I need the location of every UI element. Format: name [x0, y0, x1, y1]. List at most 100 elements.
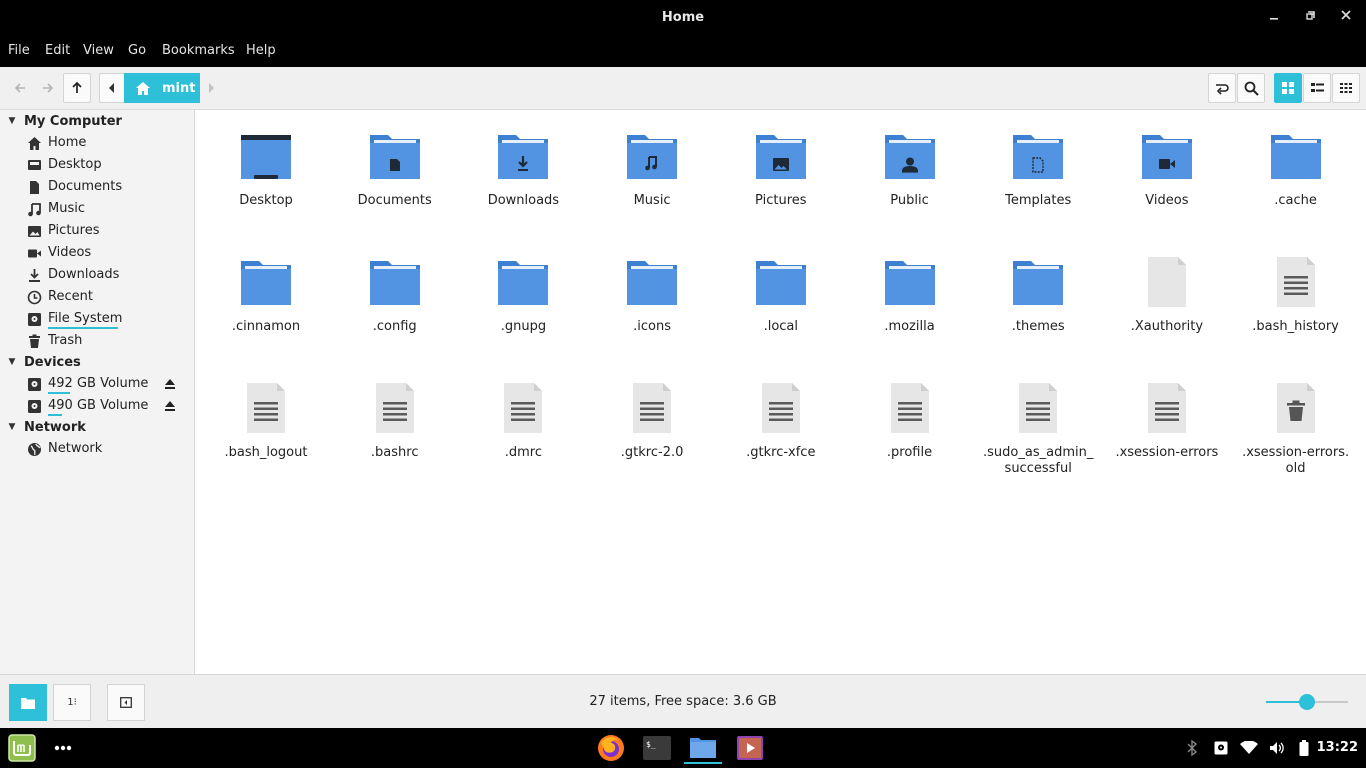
file-item[interactable]: .bash_logout [201, 363, 331, 473]
menu-view[interactable]: View [83, 43, 114, 58]
file-item[interactable]: .gtkrc-xfce [716, 363, 846, 473]
search-button[interactable] [1237, 73, 1265, 103]
file-name: .bash_logout [224, 445, 308, 460]
file-item[interactable]: .dmrc [458, 363, 588, 473]
file-item[interactable]: .sudo_as_admin_ successful [973, 363, 1103, 476]
sidebar-item-music[interactable]: Music [0, 198, 194, 220]
file-item[interactable]: Public [845, 111, 975, 221]
usage-bar [48, 327, 118, 329]
file-item[interactable]: .icons [587, 237, 717, 347]
text-file-icon [885, 383, 935, 433]
zoom-slider-handle[interactable] [1299, 694, 1315, 710]
file-item[interactable]: Templates [973, 111, 1103, 221]
breadcrumb-left-button[interactable] [99, 73, 125, 103]
compact-view-button[interactable] [1332, 73, 1360, 103]
file-item[interactable]: .Xauthority [1102, 237, 1232, 347]
sidebar-item-volume-492[interactable]: 492 GB Volume [0, 373, 194, 395]
file-item[interactable]: .themes [973, 237, 1103, 347]
sidebar-item-desktop[interactable]: Desktop [0, 154, 194, 176]
section-my-computer[interactable]: ▼ My Computer [0, 111, 122, 131]
list-view-button[interactable] [1303, 73, 1331, 103]
breadcrumb-right-button[interactable] [200, 73, 222, 103]
download-icon [29, 269, 40, 282]
sidebar-item-videos[interactable]: Videos [0, 242, 194, 264]
file-item[interactable]: .cache [1231, 111, 1361, 221]
file-item[interactable]: .gtkrc-2.0 [587, 363, 717, 473]
sidebar-item-trash[interactable]: Trash [0, 330, 194, 352]
sidebar-item-home[interactable]: Home [0, 132, 194, 154]
menu-button[interactable] [8, 732, 36, 764]
status-bar: 1⁝ 27 items, Free space: 3.6 GB [0, 674, 1366, 728]
sidebar-item-downloads[interactable]: Downloads [0, 264, 194, 286]
file-item[interactable]: .gnupg [458, 237, 588, 347]
back-button[interactable] [6, 73, 34, 103]
toggle-location-button[interactable] [1208, 73, 1236, 103]
minimize-button[interactable] [1264, 8, 1284, 28]
eject-icon[interactable] [163, 377, 177, 391]
file-item[interactable]: Documents [330, 111, 460, 221]
file-item[interactable]: .local [716, 237, 846, 347]
volume-indicator[interactable] [1267, 732, 1287, 764]
drive-indicator[interactable] [1212, 732, 1230, 764]
file-item[interactable]: Videos [1102, 111, 1232, 221]
file-item[interactable]: Desktop [201, 111, 331, 221]
terminal-launcher[interactable]: $_ [640, 732, 674, 764]
trash-file-icon [1271, 383, 1321, 433]
document-icon [30, 181, 39, 194]
maximize-button[interactable] [1301, 8, 1321, 28]
file-item[interactable]: .profile [845, 363, 975, 473]
menu-go[interactable]: Go [128, 43, 146, 58]
file-item[interactable]: .bashrc [330, 363, 460, 473]
firefox-launcher[interactable] [594, 732, 628, 764]
file-item[interactable]: .xsession-errors [1102, 363, 1232, 473]
file-item[interactable]: Music [587, 111, 717, 221]
file-item[interactable]: .bash_history [1231, 237, 1361, 347]
up-button[interactable] [63, 73, 91, 103]
drive-icon [1214, 741, 1228, 755]
battery-indicator[interactable] [1296, 732, 1312, 764]
usage-bar [48, 392, 70, 394]
breadcrumb-home[interactable]: mint [124, 73, 200, 103]
icon-view-button[interactable] [1274, 73, 1302, 103]
close-button[interactable] [1336, 8, 1356, 28]
file-item[interactable]: Pictures [716, 111, 846, 221]
sidebar-item-documents[interactable]: Documents [0, 176, 194, 198]
zoom-slider[interactable] [1266, 694, 1348, 710]
sidebar-item-volume-490[interactable]: 490 GB Volume [0, 395, 194, 417]
section-devices[interactable]: ▼ Devices [0, 352, 81, 372]
menu-help[interactable]: Help [246, 43, 276, 58]
folder-icon [1013, 131, 1064, 181]
file-name: .gtkrc-xfce [746, 445, 816, 460]
folder-icon [755, 131, 806, 181]
file-item[interactable]: Downloads [458, 111, 588, 221]
menu-edit[interactable]: Edit [45, 43, 70, 58]
file-grid: Desktop Documents Downloads Music Pictures Pu… [196, 111, 1366, 674]
file-item[interactable]: .xsession-errors. old [1231, 363, 1361, 476]
clock[interactable]: 13:22 [1317, 740, 1358, 755]
sidebar-item-recent[interactable]: Recent [0, 286, 194, 308]
file-item[interactable]: .mozilla [845, 237, 975, 347]
file-name: .profile [886, 445, 933, 460]
folder-icon [369, 257, 420, 307]
network-indicator[interactable] [1238, 732, 1260, 764]
show-apps-button[interactable] [50, 732, 76, 764]
terminal-icon: $_ [643, 736, 671, 760]
eject-icon[interactable] [163, 399, 177, 413]
bluetooth-indicator[interactable] [1184, 732, 1200, 764]
file-name: .sudo_as_admin_ successful [983, 445, 1094, 476]
taskbar: $_ 13:22 [0, 728, 1366, 768]
file-name: .Xauthority [1130, 319, 1204, 334]
sidebar-item-pictures[interactable]: Pictures [0, 220, 194, 242]
sidebar-item-network[interactable]: Network [0, 438, 194, 460]
picture-icon [28, 226, 41, 237]
menu-bar: File Edit View Go Bookmarks Help [0, 36, 1366, 67]
section-network[interactable]: ▼ Network [0, 417, 86, 437]
files-task-button[interactable] [684, 732, 722, 764]
sidebar-item-file-system[interactable]: File System [0, 308, 194, 330]
menu-bookmarks[interactable]: Bookmarks [162, 43, 235, 58]
video-app-launcher[interactable] [733, 732, 767, 764]
file-item[interactable]: .config [330, 237, 460, 347]
forward-button[interactable] [34, 73, 62, 103]
menu-file[interactable]: File [8, 43, 30, 58]
file-item[interactable]: .cinnamon [201, 237, 331, 347]
